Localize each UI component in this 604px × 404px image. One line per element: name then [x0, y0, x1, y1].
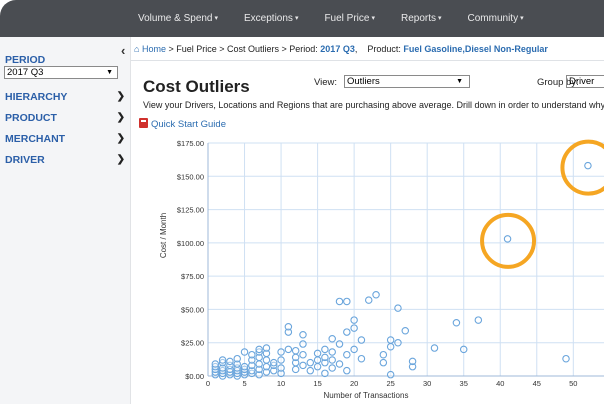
x-tick-label: 50	[569, 379, 577, 388]
y-tick-label: $100.00	[177, 239, 204, 248]
data-point[interactable]	[262, 356, 271, 364]
data-point[interactable]	[350, 316, 358, 324]
data-point[interactable]	[321, 345, 329, 354]
data-point[interactable]	[262, 344, 271, 352]
x-tick-label: 5	[242, 379, 246, 388]
data-point[interactable]	[299, 330, 307, 339]
data-point[interactable]	[350, 345, 358, 354]
data-point[interactable]	[299, 340, 307, 348]
data-point[interactable]	[386, 336, 395, 344]
data-point[interactable]	[335, 360, 344, 368]
data-point[interactable]	[226, 357, 234, 366]
x-tick-label: 15	[313, 379, 321, 388]
data-point[interactable]	[328, 348, 336, 356]
data-point[interactable]	[218, 356, 227, 364]
y-axis-title: Cost / Month	[159, 213, 168, 258]
x-tick-label: 30	[423, 379, 431, 388]
data-point[interactable]	[321, 369, 329, 378]
x-tick-label: 35	[460, 379, 468, 388]
data-point[interactable]	[284, 345, 293, 354]
data-point[interactable]	[291, 346, 300, 355]
data-point[interactable]	[562, 354, 570, 363]
data-point[interactable]	[313, 362, 322, 371]
x-tick-label: 0	[206, 379, 210, 388]
data-point[interactable]	[240, 362, 249, 371]
data-point[interactable]	[379, 350, 388, 359]
data-point[interactable]	[277, 356, 285, 364]
x-tick-label: 45	[533, 379, 541, 388]
data-point[interactable]	[364, 296, 373, 304]
data-point[interactable]	[233, 354, 241, 363]
x-tick-label: 40	[496, 379, 504, 388]
data-point[interactable]	[284, 322, 293, 331]
data-point[interactable]	[394, 338, 402, 347]
data-point[interactable]	[459, 345, 468, 354]
data-point[interactable]	[357, 336, 366, 344]
data-point[interactable]	[277, 348, 285, 356]
data-point[interactable]	[262, 362, 271, 371]
data-point[interactable]	[394, 304, 402, 312]
data-point[interactable]	[321, 353, 329, 362]
data-point[interactable]	[350, 324, 358, 332]
data-point[interactable]	[277, 364, 285, 372]
data-point[interactable]	[306, 366, 315, 375]
data-point[interactable]	[357, 354, 366, 363]
data-point[interactable]	[372, 291, 380, 299]
data-point[interactable]	[343, 350, 351, 359]
data-point[interactable]	[386, 370, 395, 379]
outlier-point[interactable]	[584, 161, 592, 170]
data-point[interactable]	[386, 342, 395, 351]
y-tick-label: $50.00	[181, 305, 204, 314]
data-point[interactable]	[299, 361, 307, 370]
data-point[interactable]	[240, 348, 249, 356]
data-point[interactable]	[299, 350, 307, 359]
app-window: Volume & Spend ▾ Exceptions ▾ Fuel Price ▾ …	[0, 0, 604, 404]
data-point[interactable]	[474, 316, 483, 324]
data-point[interactable]	[291, 365, 300, 374]
y-tick-label: $175.00	[177, 139, 204, 148]
data-point[interactable]	[343, 366, 351, 375]
data-point[interactable]	[430, 344, 439, 352]
x-tick-label: 10	[277, 379, 285, 388]
y-tick-label: $150.00	[177, 172, 204, 181]
data-point[interactable]	[211, 360, 220, 368]
data-point[interactable]	[248, 350, 256, 359]
data-point[interactable]	[343, 297, 351, 306]
y-tick-label: $75.00	[181, 272, 204, 281]
data-point[interactable]	[255, 360, 263, 368]
x-tick-label: 25	[386, 379, 394, 388]
outlier-point[interactable]	[503, 235, 512, 243]
data-point[interactable]	[313, 349, 322, 358]
data-point[interactable]	[306, 358, 315, 367]
y-tick-label: $25.00	[181, 339, 204, 348]
data-point[interactable]	[452, 318, 461, 327]
data-point[interactable]	[291, 353, 300, 362]
data-point[interactable]	[343, 328, 351, 336]
data-point[interactable]	[379, 358, 388, 367]
data-point[interactable]	[408, 357, 417, 366]
data-point[interactable]	[328, 356, 336, 364]
data-point[interactable]	[335, 340, 344, 348]
data-point[interactable]	[313, 356, 322, 364]
y-tick-label: $0.00	[185, 372, 204, 381]
data-point[interactable]	[328, 364, 336, 372]
data-point[interactable]	[401, 326, 410, 335]
data-point[interactable]	[328, 334, 336, 343]
x-tick-label: 20	[350, 379, 358, 388]
data-point[interactable]	[270, 358, 278, 367]
data-point[interactable]	[335, 297, 344, 306]
highlight-ring	[560, 139, 604, 196]
x-axis-title: Number of Transactions	[324, 391, 409, 400]
scatter-chart: $0.00 $25.00 $50.00 $75.00 $100.00 $125.00 $15…	[159, 139, 604, 400]
data-point[interactable]	[255, 345, 263, 354]
y-tick-label: $125.00	[177, 206, 204, 215]
